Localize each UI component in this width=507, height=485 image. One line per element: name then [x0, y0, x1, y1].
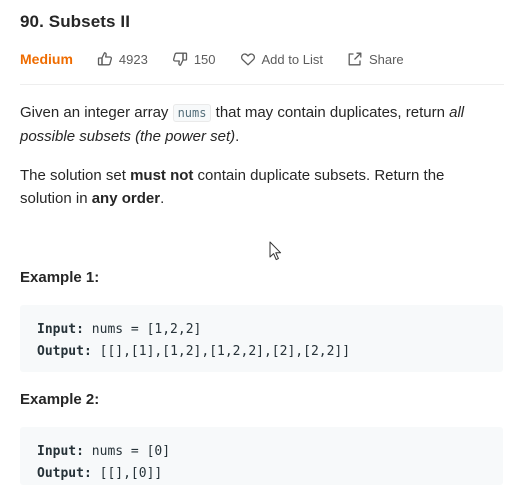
- add-to-list-button[interactable]: Add to List: [240, 51, 323, 67]
- mouse-pointer-icon: [269, 241, 282, 261]
- problem-description-panel: 90. Subsets II Medium 4923 150 Add to Li…: [0, 0, 507, 485]
- problem-meta-bar: Medium 4923 150 Add to List Share: [20, 49, 428, 69]
- like-count: 4923: [118, 51, 148, 67]
- example-2-title: Example 2:: [20, 391, 100, 408]
- bold-must-not: must not: [130, 167, 194, 184]
- bold-any-order: any order: [91, 190, 161, 207]
- add-to-list-label: Add to List: [261, 51, 323, 67]
- share-label: Share: [368, 51, 404, 67]
- difficulty-badge: Medium: [20, 51, 73, 67]
- like-button[interactable]: 4923: [97, 51, 148, 67]
- example-2-output: Output: [[],[0]]: [37, 466, 163, 481]
- example-1-input: Input: nums = [1,2,2]: [37, 322, 202, 337]
- thumbs-up-icon: [97, 52, 112, 66]
- dislike-button[interactable]: 150: [172, 51, 216, 67]
- thumbs-down-icon: [172, 52, 187, 66]
- example-2-code-block: Input: nums = [0] Output: [[],[0]]: [20, 427, 503, 485]
- problem-title: 90. Subsets II: [20, 12, 131, 31]
- share-button[interactable]: Share: [347, 51, 404, 67]
- share-icon: [348, 52, 362, 66]
- example-2-input: Input: nums = [0]: [37, 444, 171, 459]
- description-paragraph-2: The solution set must not contain duplic…: [20, 167, 445, 207]
- problem-description: Given an integer array nums that may con…: [20, 101, 490, 226]
- example-1-output: Output: [[],[1],[1,2],[1,2,2],[2],[2,2]]: [37, 344, 351, 359]
- dislike-count: 150: [193, 51, 216, 67]
- heart-icon: [240, 53, 255, 66]
- description-paragraph-1: Given an integer array nums that may con…: [20, 104, 465, 145]
- example-1-title: Example 1:: [20, 269, 100, 286]
- inline-code-nums: nums: [172, 104, 212, 122]
- example-1-code-block: Input: nums = [1,2,2] Output: [[],[1],[1…: [20, 305, 503, 372]
- header-divider: [20, 84, 504, 85]
